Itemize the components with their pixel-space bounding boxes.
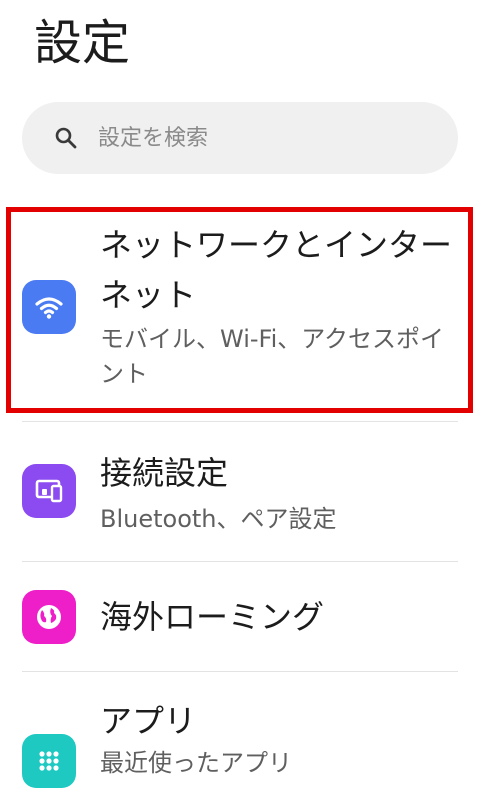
- item-title: ネットワークとインターネット: [100, 226, 453, 314]
- settings-item-apps[interactable]: アプリ 最近使ったアプリ: [0, 690, 480, 788]
- item-title: 海外ローミング: [100, 598, 325, 636]
- divider: [22, 671, 458, 672]
- item-subtitle: Bluetooth、ペア設定: [100, 505, 337, 533]
- apps-grid-icon: [22, 734, 76, 788]
- settings-item-roaming[interactable]: 海外ローミング: [0, 580, 480, 660]
- page-title: 設定: [34, 15, 131, 71]
- item-subtitle: 最近使ったアプリ: [100, 749, 292, 777]
- item-title: 接続設定: [100, 454, 229, 492]
- divider: [22, 421, 458, 422]
- search-icon: [55, 127, 77, 149]
- divider: [22, 561, 458, 562]
- settings-item-network[interactable]: ネットワークとインターネット モバイル、Wi-Fi、アクセスポイント: [0, 212, 480, 408]
- settings-item-connection[interactable]: 接続設定 Bluetooth、ペア設定: [0, 440, 480, 555]
- item-subtitle: モバイル、Wi-Fi、アクセスポイント: [100, 325, 445, 388]
- search-bar[interactable]: [22, 102, 458, 174]
- globe-icon: [22, 590, 76, 644]
- wifi-icon: [22, 280, 76, 334]
- devices-icon: [22, 464, 76, 518]
- item-title: アプリ: [100, 702, 197, 740]
- search-input[interactable]: [98, 102, 438, 174]
